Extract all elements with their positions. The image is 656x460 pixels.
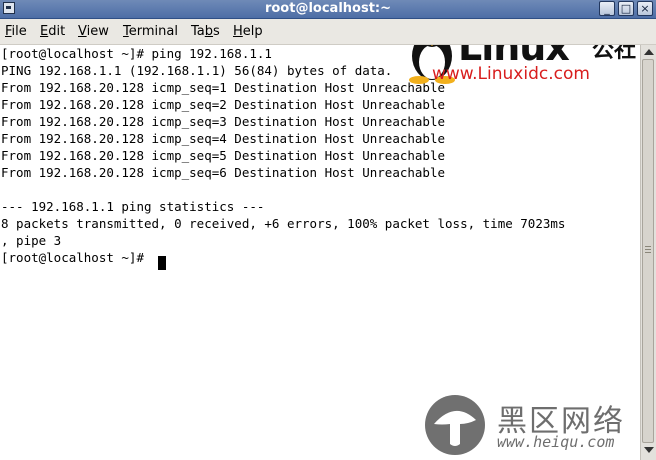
close-button[interactable]: × bbox=[637, 1, 653, 16]
terminal-line: From 192.168.20.128 icmp_seq=6 Destinati… bbox=[1, 165, 446, 180]
terminal-line: From 192.168.20.128 icmp_seq=5 Destinati… bbox=[1, 148, 446, 163]
heiqu-watermark: 黑区网络 www.heiqu.com bbox=[418, 390, 640, 460]
brand-url-text: www.Linuxidc.com bbox=[432, 64, 590, 84]
vertical-scrollbar[interactable] bbox=[640, 45, 656, 460]
menu-edit[interactable]: Edit bbox=[40, 19, 65, 44]
scroll-up-arrow-icon[interactable] bbox=[644, 49, 654, 55]
menu-file[interactable]: File bbox=[5, 19, 27, 44]
scroll-down-arrow-icon[interactable] bbox=[644, 447, 654, 453]
maximize-button[interactable]: □ bbox=[618, 1, 634, 16]
menu-terminal[interactable]: Terminal bbox=[123, 19, 178, 44]
text-cursor bbox=[158, 256, 166, 270]
window-title: root@localhost:~ bbox=[264, 1, 392, 16]
heiqu-url-text: www.heiqu.com bbox=[497, 433, 615, 451]
menu-tabs[interactable]: Tabs bbox=[191, 19, 220, 44]
title-bar: root@localhost:~ _ □ × bbox=[0, 0, 656, 19]
linuxidc-watermark: Linux 公社 www.Linuxidc.com bbox=[404, 45, 640, 88]
terminal-line: From 192.168.20.128 icmp_seq=4 Destinati… bbox=[1, 131, 446, 146]
terminal-line: [root@localhost ~]# ping 192.168.1.1 bbox=[1, 46, 272, 61]
mushroom-logo-icon bbox=[425, 395, 485, 455]
terminal-output[interactable]: [root@localhost ~]# ping 192.168.1.1 PIN… bbox=[0, 45, 640, 460]
terminal-line: --- 192.168.1.1 ping statistics --- bbox=[1, 199, 265, 214]
brand-cn-text: 公社 bbox=[592, 45, 637, 63]
terminal-line: , pipe 3 bbox=[1, 233, 62, 248]
terminal-line: PING 192.168.1.1 (192.168.1.1) 56(84) by… bbox=[1, 63, 393, 78]
terminal-line: From 192.168.20.128 icmp_seq=1 Destinati… bbox=[1, 80, 446, 95]
terminal-line: 8 packets transmitted, 0 received, +6 er… bbox=[1, 216, 566, 231]
menu-bar: File Edit View Terminal Tabs Help bbox=[0, 19, 656, 45]
menu-help[interactable]: Help bbox=[233, 19, 263, 44]
terminal-prompt: [root@localhost ~]# bbox=[1, 250, 144, 265]
menu-view[interactable]: View bbox=[78, 19, 109, 44]
terminal-line: From 192.168.20.128 icmp_seq=2 Destinati… bbox=[1, 97, 446, 112]
minimize-button[interactable]: _ bbox=[599, 1, 615, 16]
scrollbar-thumb[interactable] bbox=[642, 59, 654, 443]
terminal-line: From 192.168.20.128 icmp_seq=3 Destinati… bbox=[1, 114, 446, 129]
